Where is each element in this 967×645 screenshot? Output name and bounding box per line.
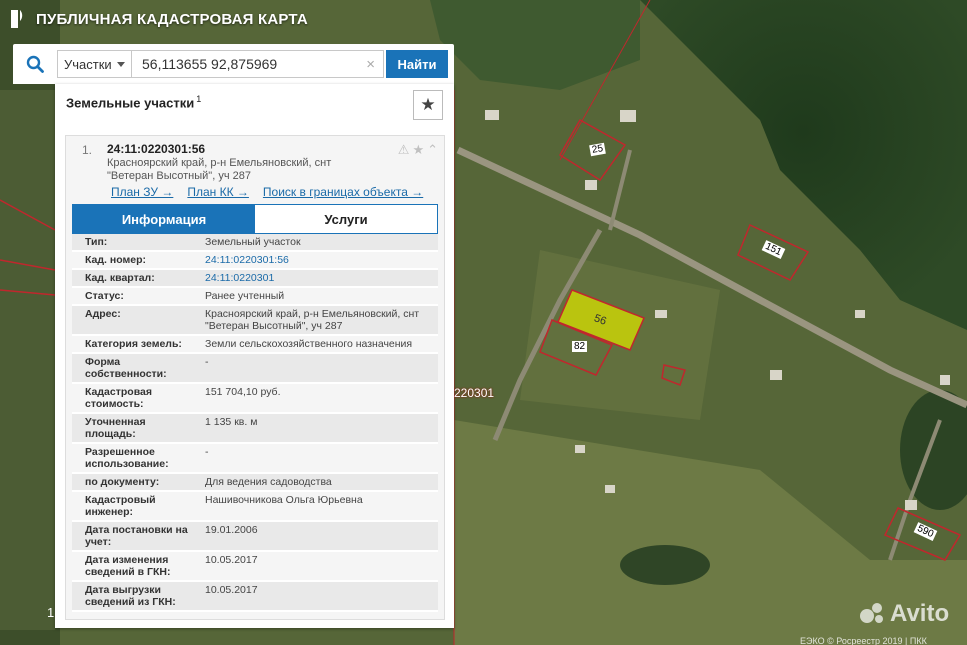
info-key: Уточненная площадь:: [85, 416, 146, 440]
results-panel: Земельные участки 1 ★ 1. 24:11:0220301:56…: [55, 84, 454, 628]
info-value: Земельный участок: [205, 236, 301, 248]
plan-zu-link[interactable]: План ЗУ →: [111, 185, 173, 199]
info-row: Кадастровый инженер: Нашивочникова Ольга …: [72, 492, 438, 522]
result-card[interactable]: 1. 24:11:0220301:56 Красноярский край, р…: [65, 135, 445, 620]
warning-icon[interactable]: ⚠: [398, 142, 410, 158]
pkk-logo-icon[interactable]: [10, 9, 28, 29]
search-bar: Участки × Найти: [13, 44, 454, 84]
info-key: Кад. номер:: [85, 254, 147, 266]
find-button[interactable]: Найти: [386, 50, 448, 78]
info-table: Тип: Земельный участок Кад. номер: 24:11:02…: [72, 234, 438, 612]
info-key: Категория земель:: [85, 338, 182, 350]
result-links: План ЗУ → План КК → Поиск в границах объ…: [111, 185, 423, 199]
result-address: Красноярский край, р-н Емельяновский, сн…: [107, 157, 332, 182]
favorites-button[interactable]: ★: [413, 90, 443, 120]
info-row: Разрешенное использование: -: [72, 444, 438, 474]
info-value: Нашивочникова Ольга Юрьевна: [205, 494, 363, 506]
info-row: Кадастровая стоимость: 151 704,10 руб.: [72, 384, 438, 414]
info-row: Тип: Земельный участок: [72, 234, 438, 252]
info-value-link[interactable]: 24:11:0220301: [192, 270, 438, 286]
star-icon[interactable]: ★: [412, 142, 424, 158]
info-row: Кад. квартал: 24:11:0220301: [72, 270, 438, 288]
map-attribution: ЕЭКО © Росреестр 2019 | ПКК: [800, 636, 927, 645]
left-label: 1: [47, 605, 55, 620]
info-value: 1 135 кв. м: [205, 416, 258, 428]
info-key: Разрешенное использование:: [85, 446, 169, 470]
info-key: по документу:: [85, 476, 160, 488]
tab-information[interactable]: Информация: [73, 205, 255, 233]
search-in-bounds-link[interactable]: Поиск в границах объекта →: [263, 185, 423, 199]
info-value: Ранее учтенный: [205, 290, 285, 302]
search-input[interactable]: [132, 51, 357, 77]
info-row: Форма собственности: -: [72, 354, 438, 384]
info-key: Форма собственности:: [85, 356, 167, 380]
info-row: Уточненная площадь: 1 135 кв. м: [72, 414, 438, 444]
clear-icon[interactable]: ×: [366, 56, 375, 73]
info-value: Земли сельскохозяйственного назначения: [205, 338, 413, 350]
info-value: 19.01.2006: [205, 524, 258, 536]
info-row: Адрес: Красноярский край, р-н Емельяновск…: [72, 306, 438, 336]
app-title: ПУБЛИЧНАЯ КАДАСТРОВАЯ КАРТА: [36, 10, 308, 28]
info-key: Тип:: [85, 236, 108, 248]
star-icon: ★: [420, 95, 436, 114]
info-row: Статус: Ранее учтенный: [72, 288, 438, 306]
info-value: -: [205, 356, 209, 368]
info-value: Для ведения садоводства: [205, 476, 332, 488]
info-value: Красноярский край, р-н Емельяновский, сн…: [205, 308, 420, 332]
info-value: 151 704,10 руб.: [205, 386, 281, 398]
search-input-wrap: ×: [132, 50, 384, 78]
info-value-link[interactable]: 24:11:0220301:56: [192, 252, 438, 268]
info-key: Кад. квартал:: [85, 272, 155, 284]
plan-kk-link[interactable]: План КК →: [187, 185, 249, 199]
info-key: Статус:: [85, 290, 124, 302]
parcel-label-82: 82: [572, 341, 588, 352]
card-icons: ⚠ ★ ⌃: [398, 142, 438, 158]
info-value: 10.05.2017: [205, 554, 258, 566]
info-row: по документу: Для ведения садоводства: [72, 474, 438, 492]
result-tabs: Информация Услуги: [72, 204, 438, 234]
tab-services[interactable]: Услуги: [255, 205, 437, 233]
info-value: 10.05.2017: [205, 584, 258, 596]
info-row: Дата изменения сведений в ГКН: 10.05.2017: [72, 552, 438, 582]
quarter-label: 220301: [454, 386, 495, 400]
info-row: Дата выгрузки сведений из ГКН: 10.05.2017: [72, 582, 438, 612]
result-number: 1.: [82, 143, 93, 157]
panel-title: Земельные участки 1: [66, 94, 201, 110]
info-row: Кад. номер: 24:11:0220301:56: [72, 252, 438, 270]
info-key: Кадастровый инженер:: [85, 494, 156, 518]
info-key: Кадастровая стоимость:: [85, 386, 152, 410]
results-count: 1: [196, 94, 202, 104]
info-key: Адрес:: [85, 308, 121, 320]
info-key: Дата выгрузки сведений из ГКН:: [85, 584, 176, 608]
avito-logo-icon: [860, 603, 886, 625]
collapse-icon[interactable]: ⌃: [427, 142, 438, 158]
chevron-down-icon: [117, 61, 125, 67]
info-row: Дата постановки на учет: 19.01.2006: [72, 522, 438, 552]
search-type-select[interactable]: Участки: [57, 50, 132, 78]
result-cadastral-id: 24:11:0220301:56: [107, 142, 206, 156]
search-type-label: Участки: [64, 56, 112, 72]
app-header: ПУБЛИЧНАЯ КАДАСТРОВАЯ КАРТА: [10, 8, 308, 30]
avito-watermark: Avito: [860, 600, 949, 628]
avito-watermark-text: Avito: [890, 600, 950, 627]
info-key: Дата изменения сведений в ГКН:: [85, 554, 171, 578]
panel-title-text: Земельные участки: [66, 95, 195, 111]
info-value: -: [205, 446, 209, 458]
search-icon[interactable]: [13, 44, 57, 84]
info-row: Категория земель: Земли сельскохозяйствен…: [72, 336, 438, 354]
info-key: Дата постановки на учет:: [85, 524, 188, 548]
